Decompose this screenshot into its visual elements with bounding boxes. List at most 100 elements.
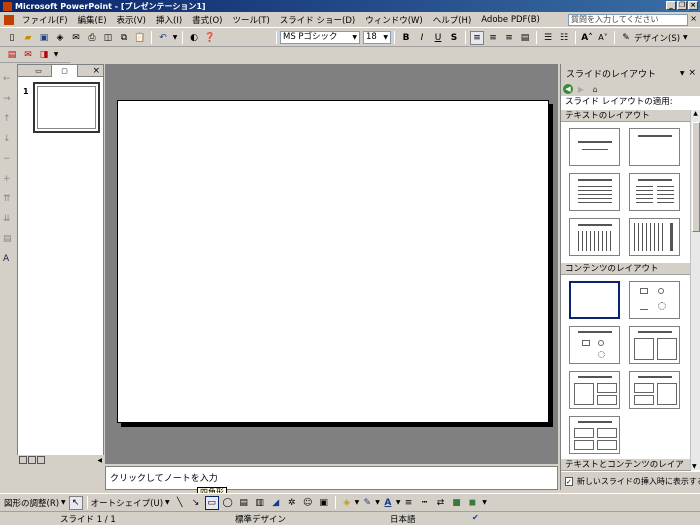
undo-icon[interactable]: ↶ [156, 31, 170, 45]
shadow-style-icon[interactable]: ■ [450, 496, 464, 510]
layout-title-two-content-right[interactable] [629, 371, 680, 409]
move-up-icon[interactable]: ↑ [3, 114, 14, 124]
copy-icon[interactable]: ⧉ [117, 31, 131, 45]
chevron-down-icon[interactable]: ▼ [355, 499, 360, 506]
dash-style-icon[interactable]: ┅ [418, 496, 432, 510]
save-icon[interactable]: ▣ [37, 31, 51, 45]
line-icon[interactable]: ╲ [173, 496, 187, 510]
layout-title-two-content[interactable] [629, 326, 680, 364]
bold-button[interactable]: B [399, 31, 413, 45]
arrow-style-icon[interactable]: ⇄ [434, 496, 448, 510]
rectangle-icon[interactable]: ▭ [204, 495, 219, 510]
vertical-textbox-icon[interactable]: ▥ [253, 496, 267, 510]
task-pane-close-icon[interactable]: × [688, 68, 696, 78]
3d-style-icon[interactable]: ◼ [466, 496, 480, 510]
design-icon[interactable]: ✎ [619, 31, 633, 45]
mail-icon[interactable]: ✉ [69, 31, 83, 45]
close-button[interactable]: × [688, 1, 698, 10]
scrollbar-thumb[interactable] [692, 122, 700, 232]
design-button[interactable]: デザイン(S) [634, 32, 680, 44]
normal-view-icon[interactable] [19, 456, 27, 464]
menu-help[interactable]: ヘルプ(H) [428, 14, 477, 26]
new-file-icon[interactable]: ▯ [5, 31, 19, 45]
outline-tab[interactable]: ▭ [26, 65, 52, 76]
toolbar-options-icon[interactable]: ▼ [683, 34, 688, 41]
expand-all-icon[interactable]: ⇊ [3, 214, 14, 224]
open-folder-icon[interactable]: ▰ [21, 31, 35, 45]
spelling-icon[interactable]: ✔ [472, 513, 479, 522]
menu-window[interactable]: ウィンドウ(W) [360, 14, 428, 26]
task-pane-scrollbar[interactable]: ▲ ▼ [690, 110, 700, 470]
select-pointer-icon[interactable]: ↖ [68, 495, 83, 510]
collapse-all-icon[interactable]: ⇈ [3, 194, 14, 204]
summary-slide-icon[interactable]: ▤ [3, 234, 14, 244]
font-color-icon[interactable]: A [381, 496, 395, 510]
menu-file[interactable]: ファイル(F) [17, 14, 73, 26]
align-left-icon[interactable]: ≡ [470, 30, 484, 45]
permission-icon[interactable]: ◈ [53, 31, 67, 45]
home-icon[interactable]: ⌂ [589, 84, 601, 95]
scroll-down-icon[interactable]: ▼ [692, 463, 697, 470]
slide-thumbnail[interactable] [33, 82, 100, 133]
pdf-convert-icon[interactable]: ▤ [5, 48, 19, 62]
panel-close-icon[interactable]: × [92, 66, 100, 76]
restore-button[interactable]: ❐ [677, 1, 687, 10]
distribute-icon[interactable]: ▤ [518, 31, 532, 45]
menu-format[interactable]: 書式(O) [187, 14, 227, 26]
autoshape-menu[interactable]: オートシェイプ(U) [91, 497, 163, 509]
slide-canvas[interactable] [117, 100, 549, 423]
notes-pane[interactable]: クリックしてノートを入力 [105, 466, 558, 490]
draw-menu[interactable]: 図形の調整(R) [4, 497, 59, 509]
menu-adobe-pdf[interactable]: Adobe PDF(B) [476, 15, 545, 25]
font-size-select[interactable]: 18 ▼ [363, 31, 391, 44]
increase-font-icon[interactable]: A˄ [580, 31, 594, 45]
layout-vertical-title-text[interactable] [629, 218, 680, 256]
move-down-icon[interactable]: ↓ [3, 134, 14, 144]
picture-icon[interactable]: ▣ [317, 496, 331, 510]
italic-button[interactable]: I [415, 31, 429, 45]
minimize-button[interactable]: _ [666, 1, 676, 10]
menu-close-icon[interactable]: × [690, 14, 697, 23]
expand-icon[interactable]: + [3, 174, 14, 184]
chevron-down-icon[interactable]: ▼ [375, 499, 380, 506]
align-center-icon[interactable]: ≡ [486, 31, 500, 45]
line-color-icon[interactable]: ✎ [360, 496, 374, 510]
collapse-icon[interactable]: − [3, 154, 14, 164]
scroll-up-icon[interactable]: ▲ [691, 110, 700, 117]
layout-title-text[interactable] [569, 173, 620, 211]
toolbar-options-icon[interactable]: ▼ [482, 496, 488, 510]
layout-vertical-text[interactable] [569, 218, 620, 256]
layout-title-four-content[interactable] [569, 416, 620, 454]
layout-title-only[interactable] [629, 128, 680, 166]
toolbar-options-icon[interactable]: ▼ [53, 48, 59, 62]
decrease-font-icon[interactable]: A˅ [596, 31, 610, 45]
numbering-icon[interactable]: ☰ [541, 31, 555, 45]
underline-button[interactable]: U [431, 31, 445, 45]
menu-view[interactable]: 表示(V) [112, 14, 151, 26]
wordart-icon[interactable]: ◢ [269, 496, 283, 510]
print-icon[interactable]: ⎙ [85, 31, 99, 45]
preview-icon[interactable]: ◫ [101, 31, 115, 45]
doc-icon[interactable] [4, 14, 14, 25]
promote-icon[interactable]: ← [3, 74, 14, 84]
bullets-icon[interactable]: ☷ [557, 31, 571, 45]
paste-icon[interactable]: 📋 [133, 31, 147, 45]
clipart-icon[interactable]: ☺ [301, 496, 315, 510]
layout-blank[interactable] [569, 281, 620, 319]
help-search-input[interactable]: 質問を入力してください [568, 14, 688, 26]
sorter-view-icon[interactable] [28, 456, 36, 464]
menu-slideshow[interactable]: スライド ショー(D) [275, 14, 360, 26]
menu-edit[interactable]: 編集(E) [73, 14, 112, 26]
line-style-icon[interactable]: ≡ [402, 496, 416, 510]
menu-insert[interactable]: 挿入(I) [151, 14, 187, 26]
shadow-button[interactable]: S [447, 31, 461, 45]
align-right-icon[interactable]: ≡ [502, 31, 516, 45]
fill-color-icon[interactable]: ◈ [340, 496, 354, 510]
task-pane-menu-icon[interactable]: ▼ [680, 70, 685, 77]
help-icon[interactable]: ❓ [203, 31, 217, 45]
forward-icon[interactable]: ▶ [575, 84, 587, 95]
diagram-icon[interactable]: ✲ [285, 496, 299, 510]
show-formatting-icon[interactable]: A [3, 254, 14, 264]
slides-tab[interactable]: ▢ [52, 64, 78, 77]
demote-icon[interactable]: → [3, 94, 14, 104]
